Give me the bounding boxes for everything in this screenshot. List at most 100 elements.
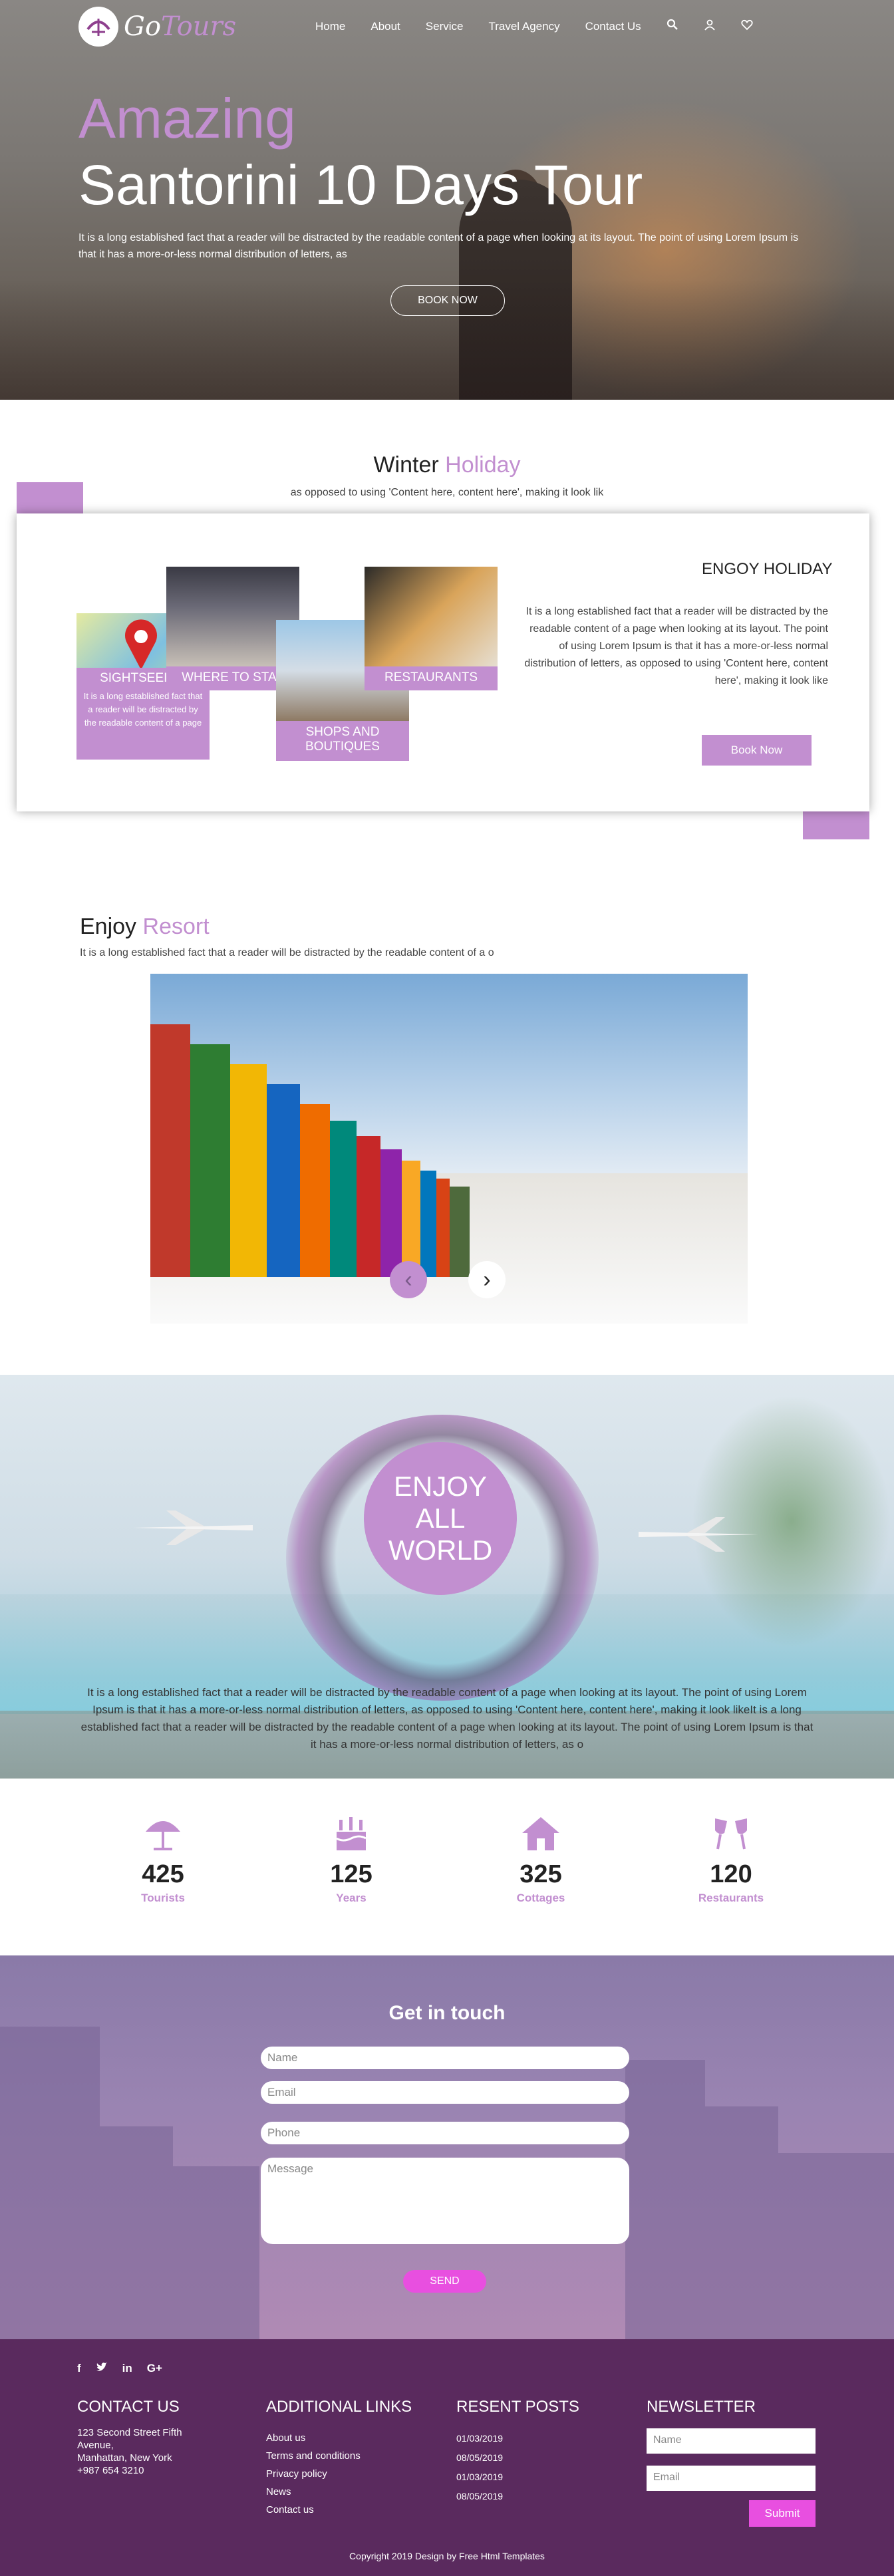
nav-service[interactable]: Service bbox=[426, 20, 464, 33]
stat-tourists-label: Tourists bbox=[141, 1892, 185, 1904]
food-image bbox=[365, 567, 498, 668]
post-date[interactable]: 01/03/2019 bbox=[456, 2468, 503, 2487]
holiday-card: SIGHTSEEING It is a long established fac… bbox=[17, 513, 869, 811]
nav-travel-agency[interactable]: Travel Agency bbox=[488, 20, 559, 33]
stat-restaurants: 120 Restaurants bbox=[681, 1814, 781, 1905]
building bbox=[100, 2126, 173, 2339]
tile-restaurants[interactable]: RESTAURANTS bbox=[365, 567, 498, 690]
tile-restaurants-label: RESTAURANTS bbox=[365, 666, 498, 690]
hut-2 bbox=[190, 1044, 230, 1277]
logo-text: GoTours bbox=[124, 11, 237, 42]
nav-contact-us[interactable]: Contact Us bbox=[585, 20, 641, 33]
stat-years-number: 125 bbox=[330, 1860, 372, 1888]
heart-icon[interactable] bbox=[741, 19, 753, 34]
main-nav: Home About Service Travel Agency Contact… bbox=[315, 19, 753, 34]
twitter-icon[interactable] bbox=[96, 2362, 108, 2376]
phone-field[interactable]: Phone bbox=[261, 2122, 629, 2144]
post-date[interactable]: 01/03/2019 bbox=[456, 2429, 503, 2448]
glasses-icon bbox=[715, 1818, 747, 1850]
stat-years-label: Years bbox=[336, 1892, 367, 1904]
building bbox=[705, 2106, 778, 2339]
user-icon[interactable] bbox=[704, 19, 716, 34]
footer-link-terms[interactable]: Terms and conditions bbox=[266, 2447, 361, 2465]
logo[interactable]: GoTours bbox=[78, 7, 236, 47]
message-field[interactable]: Message bbox=[261, 2158, 629, 2244]
copyright: Copyright 2019 Design by Free Html Templ… bbox=[349, 2551, 545, 2561]
stat-restaurants-label: Restaurants bbox=[698, 1892, 764, 1904]
tile-sightseeing-desc: It is a long established fact that a rea… bbox=[83, 691, 203, 728]
decor-block-left bbox=[17, 482, 83, 514]
newsletter-submit-button[interactable]: Submit bbox=[749, 2500, 816, 2527]
winter-title: Winter Holiday bbox=[373, 452, 521, 478]
hut-1 bbox=[150, 1024, 190, 1277]
facebook-icon[interactable]: f bbox=[77, 2362, 81, 2376]
slider-prev-button[interactable]: ‹ bbox=[390, 1261, 427, 1298]
umbrella-icon bbox=[146, 1821, 180, 1850]
google-plus-icon[interactable]: G+ bbox=[147, 2362, 162, 2376]
enjoy-holiday-text: It is a long established fact that a rea… bbox=[524, 606, 828, 686]
hut-11 bbox=[436, 1179, 450, 1277]
footer-contact-title: CONTACT US bbox=[77, 2398, 180, 2416]
enjoy-world-circle: ENJOY ALL WORLD bbox=[364, 1442, 517, 1595]
contact-title: Get in touch bbox=[388, 2002, 506, 2024]
stat-tourists-number: 425 bbox=[142, 1860, 184, 1888]
hero-text: It is a long established fact that a rea… bbox=[78, 232, 799, 260]
building bbox=[778, 2153, 894, 2339]
newsletter-email-field[interactable]: Email bbox=[647, 2466, 816, 2491]
hero-title-line1: Amazing bbox=[78, 87, 296, 150]
world-text: It is a long established fact that a rea… bbox=[80, 1686, 814, 1751]
social-links: f in G+ bbox=[77, 2362, 162, 2376]
resort-subtitle: It is a long established fact that a rea… bbox=[80, 947, 494, 958]
enjoy-holiday-heading: ENGOY HOLIDAY bbox=[702, 560, 833, 578]
stat-years: 125 Years bbox=[301, 1814, 401, 1905]
name-field[interactable]: Name bbox=[261, 2047, 629, 2069]
house-icon bbox=[522, 1817, 559, 1850]
newsletter-name-field[interactable]: Name bbox=[647, 2428, 816, 2454]
search-icon[interactable] bbox=[667, 19, 678, 34]
send-button[interactable]: SEND bbox=[403, 2270, 486, 2293]
tile-shops-label: SHOPS AND BOUTIQUES bbox=[276, 721, 409, 761]
winter-subtitle: as opposed to using 'Content here, conte… bbox=[290, 487, 604, 498]
footer-link-about[interactable]: About us bbox=[266, 2429, 361, 2447]
footer-links: About us Terms and conditions Privacy po… bbox=[266, 2429, 361, 2519]
footer-link-privacy[interactable]: Privacy policy bbox=[266, 2465, 361, 2483]
building bbox=[173, 2166, 259, 2339]
airplane-left-icon bbox=[133, 1510, 253, 1545]
footer-newsletter-title: NEWSLETTER bbox=[647, 2398, 756, 2416]
stat-restaurants-number: 120 bbox=[710, 1860, 752, 1888]
hut-6 bbox=[330, 1121, 357, 1277]
hut-4 bbox=[267, 1084, 300, 1277]
footer-posts: 01/03/2019 08/05/2019 01/03/2019 08/05/2… bbox=[456, 2429, 503, 2506]
post-date[interactable]: 08/05/2019 bbox=[456, 2487, 503, 2506]
building bbox=[625, 2060, 705, 2339]
linkedin-icon[interactable]: in bbox=[122, 2362, 132, 2376]
post-date[interactable]: 08/05/2019 bbox=[456, 2448, 503, 2468]
slider-next-button[interactable]: › bbox=[468, 1261, 506, 1298]
hero-title-line2: Santorini 10 Days Tour bbox=[78, 154, 643, 216]
stat-cottages-number: 325 bbox=[520, 1860, 562, 1888]
footer-posts-title: RESENT POSTS bbox=[456, 2398, 579, 2416]
book-now-cta[interactable]: Book Now bbox=[702, 735, 812, 766]
hut-9 bbox=[402, 1161, 420, 1277]
footer-address: 123 Second Street Fifth Avenue, Manhattan,… bbox=[77, 2427, 182, 2476]
hut-7 bbox=[357, 1136, 380, 1277]
hut-12 bbox=[450, 1187, 470, 1277]
stat-tourists: 425 Tourists bbox=[113, 1814, 213, 1905]
map-pin-icon bbox=[125, 619, 157, 670]
hut-3 bbox=[230, 1064, 267, 1277]
footer-link-news[interactable]: News bbox=[266, 2483, 361, 2501]
footer-link-contact[interactable]: Contact us bbox=[266, 2501, 361, 2519]
resort-slider: ‹ › bbox=[150, 974, 748, 1324]
nav-home[interactable]: Home bbox=[315, 20, 345, 33]
book-now-button[interactable]: BOOK NOW bbox=[390, 285, 505, 316]
hut-5 bbox=[300, 1104, 330, 1277]
building bbox=[0, 2027, 100, 2339]
footer-links-title: ADDITIONAL LINKS bbox=[266, 2398, 412, 2416]
nav-about[interactable]: About bbox=[371, 20, 400, 33]
logo-icon bbox=[78, 7, 118, 47]
email-field[interactable]: Email bbox=[261, 2081, 629, 2104]
stat-cottages-label: Cottages bbox=[516, 1892, 565, 1904]
airplane-right-icon bbox=[639, 1517, 758, 1552]
cake-icon bbox=[336, 1817, 367, 1850]
stat-cottages: 325 Cottages bbox=[491, 1814, 591, 1905]
